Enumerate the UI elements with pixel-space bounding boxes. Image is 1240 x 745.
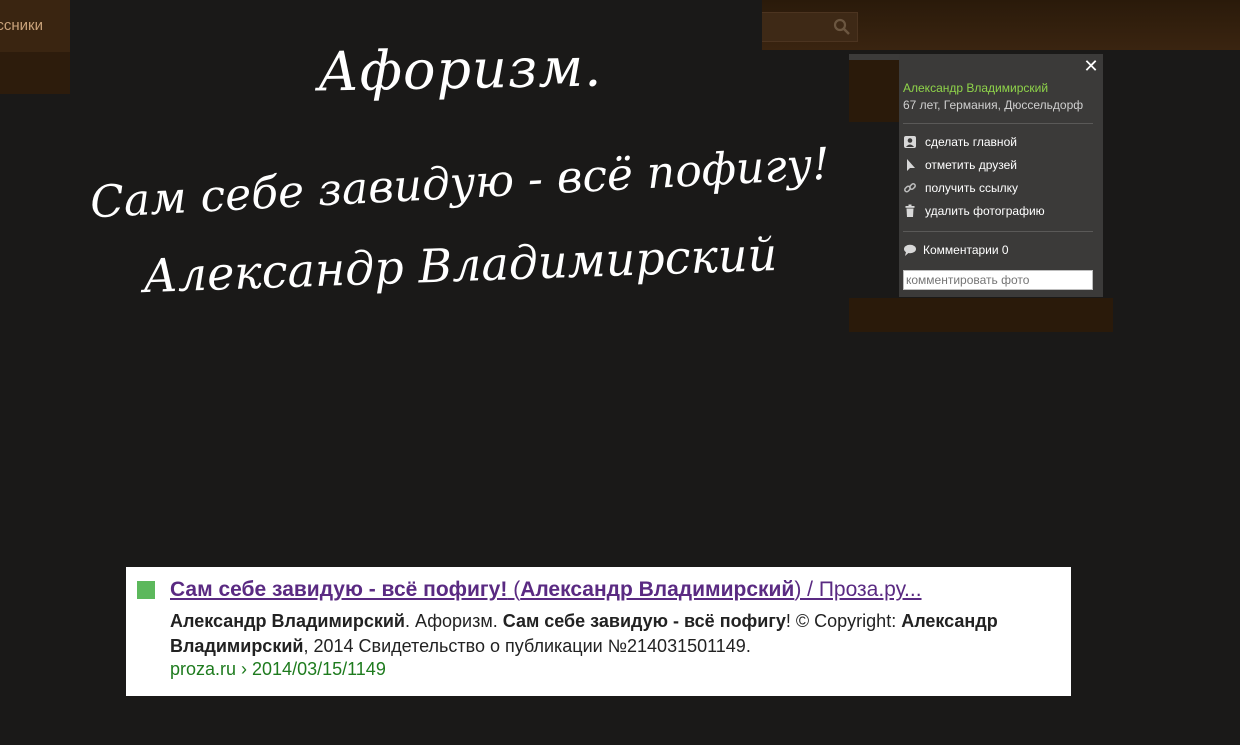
snippet-text: ! © Copyright: xyxy=(785,611,902,631)
aphorism-quote: Сам себе завидую - всё пофигу! xyxy=(88,138,832,229)
author-info: 67 лет, Германия, Дюссельдорф xyxy=(903,98,1084,112)
divider xyxy=(903,123,1093,124)
comment-input[interactable] xyxy=(903,270,1093,290)
result-snippet: Александр Владимирский. Афоризм. Сам себ… xyxy=(170,609,1062,659)
action-label: удалить фотографию xyxy=(925,204,1045,218)
trash-icon xyxy=(905,204,915,217)
get-link-button[interactable]: получить ссылку xyxy=(903,179,1018,197)
result-title-link[interactable]: Сам себе завидую - всё пофигу! (Александ… xyxy=(170,578,922,602)
snippet-text: , 2014 Свидетельство о публикации №21403… xyxy=(303,636,751,656)
title-part: ( xyxy=(507,578,521,601)
tag-friends-button[interactable]: отметить друзей xyxy=(903,156,1017,174)
divider xyxy=(903,231,1093,232)
aphorism-author: Александр Владимирский xyxy=(141,226,779,304)
user-card-icon xyxy=(904,136,916,148)
author-name-link[interactable]: Александр Владимирский xyxy=(903,81,1048,95)
speech-bubble-icon xyxy=(904,244,916,256)
action-label: сделать главной xyxy=(925,135,1017,149)
make-main-button[interactable]: сделать главной xyxy=(903,133,1017,151)
aphorism-title: Афоризм. xyxy=(317,35,603,104)
close-button[interactable]: ✕ xyxy=(1083,57,1099,75)
link-icon xyxy=(904,183,916,193)
search-result-card: Сам себе завидую - всё пофигу! (Александ… xyxy=(126,567,1071,696)
background-strip xyxy=(849,298,1113,332)
background-strip xyxy=(849,60,901,122)
comments-label: Комментарии 0 xyxy=(923,243,1009,257)
cursor-icon xyxy=(907,159,915,171)
comments-link[interactable]: Комментарии 0 xyxy=(903,243,1009,257)
action-label: отметить друзей xyxy=(925,158,1017,172)
snippet-text: . Афоризм. xyxy=(404,611,503,631)
title-bold-part: Александр Владимирский xyxy=(520,578,795,601)
photo-info-panel: ✕ Александр Владимирский 67 лет, Германи… xyxy=(899,54,1103,297)
delete-photo-button[interactable]: удалить фотографию xyxy=(903,202,1045,220)
snippet-bold: Александр Владимирский xyxy=(170,611,405,631)
title-part: ) / Проза.ру... xyxy=(794,578,922,601)
background-sub-bar xyxy=(0,52,70,94)
action-label: получить ссылку xyxy=(925,181,1018,195)
result-url-link[interactable]: proza.ru › 2014/03/15/1149 xyxy=(170,659,386,680)
snippet-bold: Сам себе завидую - всё пофигу xyxy=(502,611,786,631)
aphorism-photo: Афоризм. Сам себе завидую - всё пофигу! … xyxy=(70,0,850,340)
site-favicon xyxy=(137,581,155,599)
background-nav-item[interactable]: ассники xyxy=(0,0,70,52)
title-bold-part: Сам себе завидую - всё пофигу! xyxy=(170,578,508,601)
